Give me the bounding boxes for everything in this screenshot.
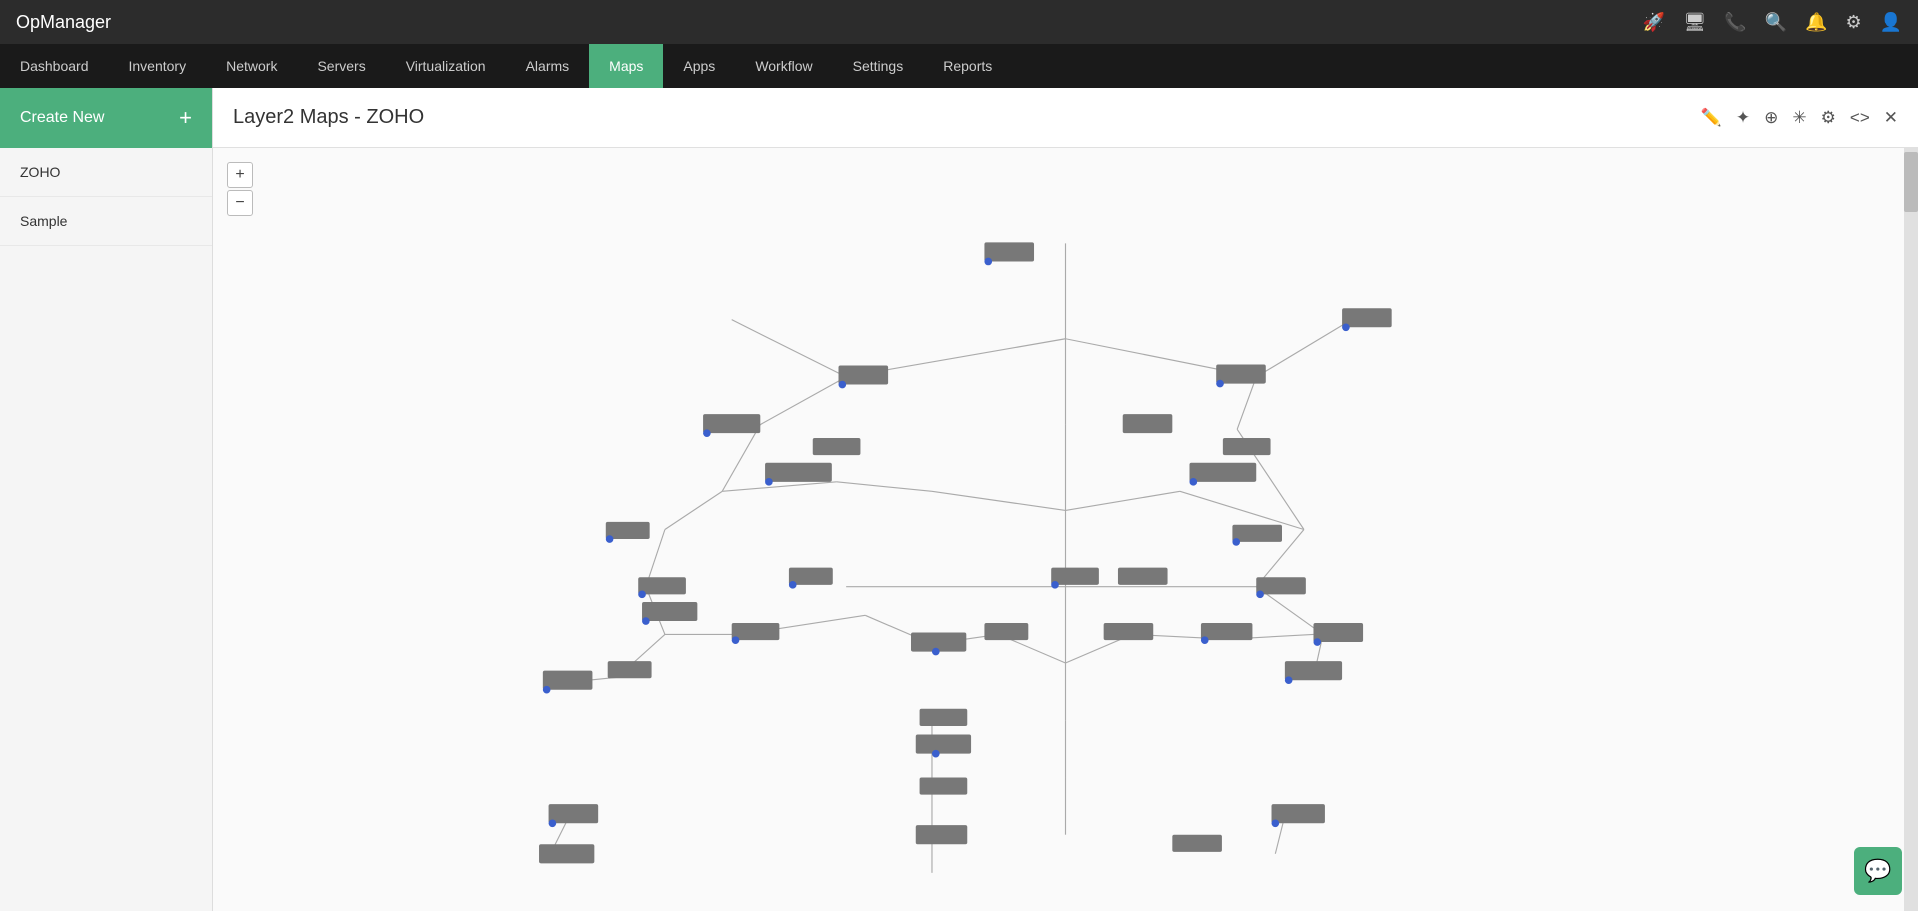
user-icon[interactable]: 👤	[1880, 12, 1902, 33]
nav-settings[interactable]: Settings	[833, 44, 924, 88]
gear-icon[interactable]: ⚙	[1845, 12, 1861, 33]
bell-icon[interactable]: 🔔	[1805, 12, 1827, 33]
edit-icon[interactable]: ✏️	[1701, 108, 1722, 128]
monitor-icon[interactable]: 🖥	[1683, 12, 1706, 33]
nav-dashboard[interactable]: Dashboard	[0, 44, 109, 88]
content-area: Layer2 Maps - ZOHO ✏️ ✦ ⊕ ✳ ⚙ <> ✕ + −	[213, 88, 1918, 911]
nav-reports[interactable]: Reports	[923, 44, 1012, 88]
plus-icon: +	[179, 105, 192, 131]
content-actions: ✏️ ✦ ⊕ ✳ ⚙ <> ✕	[1701, 108, 1898, 128]
nav-workflow[interactable]: Workflow	[735, 44, 832, 88]
nav-servers[interactable]: Servers	[297, 44, 385, 88]
topbar: OpManager 🚀 🖥 📞 🔍 🔔 ⚙ 👤	[0, 0, 1918, 44]
navbar: Dashboard Inventory Network Servers Virt…	[0, 44, 1918, 88]
chat-icon: 💬	[1864, 858, 1891, 884]
search-icon[interactable]: 🔍	[1765, 12, 1787, 33]
main-layout: Create New + ZOHO Sample Layer2 Maps - Z…	[0, 88, 1918, 911]
share-icon[interactable]: ⊕	[1764, 108, 1778, 128]
create-new-button[interactable]: Create New +	[0, 88, 212, 148]
page-title: Layer2 Maps - ZOHO	[233, 106, 424, 129]
nav-maps[interactable]: Maps	[589, 44, 663, 88]
sidebar-item-sample[interactable]: Sample	[0, 197, 212, 246]
sidebar-item-zoho[interactable]: ZOHO	[0, 148, 212, 197]
layout-icon[interactable]: ✳	[1792, 108, 1806, 128]
rocket-icon[interactable]: 🚀	[1643, 12, 1665, 33]
app-title: OpManager	[16, 12, 111, 33]
scrollbar[interactable]	[1904, 148, 1918, 911]
zoom-controls: + −	[227, 162, 253, 216]
chat-button[interactable]: 💬	[1854, 847, 1902, 895]
zoom-out-button[interactable]: −	[227, 190, 253, 216]
topbar-icon-group: 🚀 🖥 📞 🔍 🔔 ⚙ 👤	[1643, 12, 1902, 33]
network-diagram: .node-box { fill: #787878; stroke: none;…	[213, 148, 1918, 911]
nav-inventory[interactable]: Inventory	[109, 44, 207, 88]
nodes-icon[interactable]: ✦	[1736, 108, 1750, 128]
close-icon[interactable]: ✕	[1884, 108, 1898, 128]
create-new-label: Create New	[20, 109, 104, 127]
zoom-in-button[interactable]: +	[227, 162, 253, 188]
sidebar: Create New + ZOHO Sample	[0, 88, 213, 911]
scrollbar-thumb[interactable]	[1904, 152, 1918, 212]
nav-alarms[interactable]: Alarms	[506, 44, 590, 88]
content-header: Layer2 Maps - ZOHO ✏️ ✦ ⊕ ✳ ⚙ <> ✕	[213, 88, 1918, 148]
map-canvas[interactable]: + − .node-box { fill: #787878; stroke: n…	[213, 148, 1918, 911]
nav-apps[interactable]: Apps	[663, 44, 735, 88]
settings-icon[interactable]: ⚙	[1821, 108, 1836, 128]
nav-network[interactable]: Network	[206, 44, 297, 88]
code-icon[interactable]: <>	[1850, 108, 1870, 128]
nav-virtualization[interactable]: Virtualization	[386, 44, 506, 88]
phone-icon[interactable]: 📞	[1724, 12, 1746, 33]
